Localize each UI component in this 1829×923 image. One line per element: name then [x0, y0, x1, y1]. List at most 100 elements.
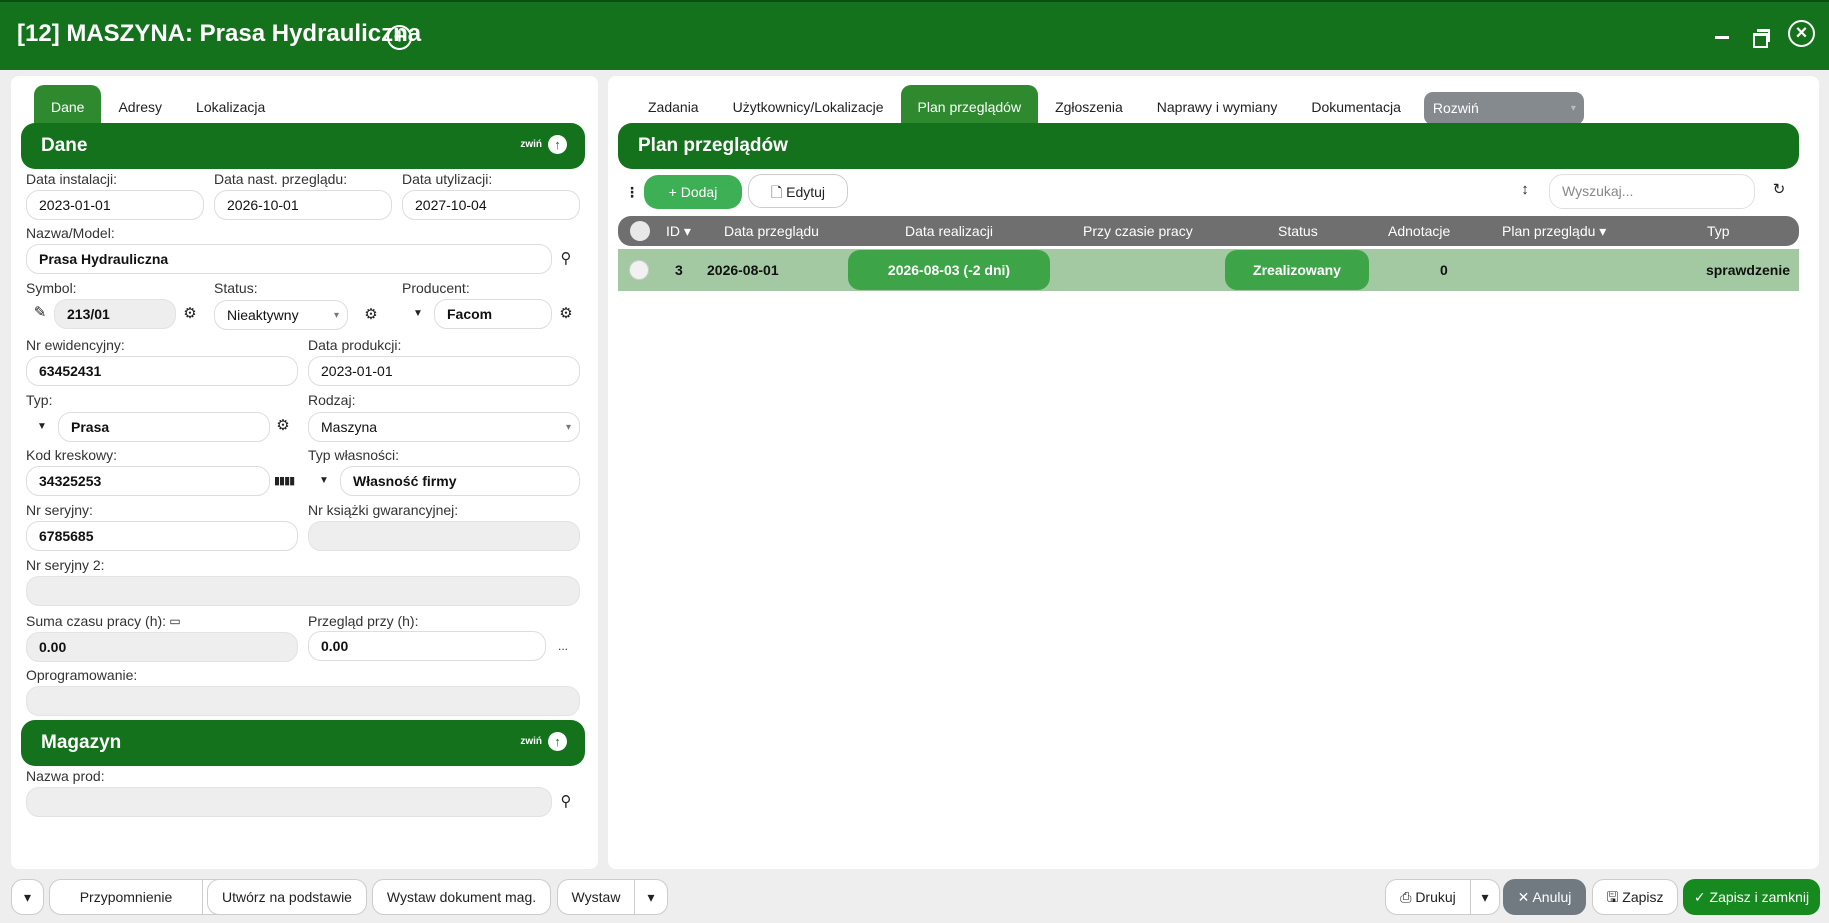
more-button[interactable]: ... — [558, 639, 568, 653]
tab-zadania[interactable]: Zadania — [631, 85, 716, 125]
x-icon: ✕ — [1517, 889, 1530, 905]
check-icon: ✓ — [1693, 889, 1706, 905]
data-utylizacji-field[interactable]: 2027-10-04 — [402, 190, 580, 220]
gear-icon[interactable]: ⚙ — [274, 417, 292, 435]
oprogramowanie-field[interactable] — [26, 686, 580, 716]
add-icon[interactable]: + — [387, 25, 412, 50]
nazwa-prod-field[interactable] — [26, 787, 552, 817]
wystaw-dokument-mag-button[interactable]: Wystaw dokument mag. — [372, 879, 551, 915]
label-przeglad-przy: Przegląd przy (h): — [308, 613, 419, 629]
gear-icon[interactable]: ⚙ — [181, 305, 199, 323]
tab-zgloszenia[interactable]: Zgłoszenia — [1038, 85, 1140, 125]
minimize-icon[interactable] — [1708, 24, 1736, 52]
gear-icon[interactable]: ⚙ — [557, 305, 575, 323]
zapisz-button[interactable]: 🖫 Zapisz — [1592, 879, 1678, 915]
printer-icon: ⎙ — [1400, 889, 1412, 905]
nr-ewidencyjny-field[interactable]: 63452431 — [26, 356, 298, 386]
search-icon[interactable]: ⚲ — [557, 250, 575, 268]
col-data-przegladu[interactable]: Data przeglądu — [724, 216, 819, 246]
row-checkbox[interactable] — [629, 260, 649, 280]
col-id[interactable]: ID ▾ — [666, 216, 691, 246]
status-select[interactable]: Nieaktywny — [214, 300, 348, 330]
col-adnotacje[interactable]: Adnotacje — [1388, 216, 1450, 246]
zapisz-i-zamknij-button[interactable]: ✓ Zapisz i zamknij — [1683, 879, 1820, 915]
label-data-nast-przegladu: Data nast. przeglądu: — [214, 171, 348, 187]
kebab-menu-icon[interactable]: ⋮ — [623, 183, 641, 201]
tab-dane[interactable]: Dane — [34, 85, 102, 125]
col-przy-czasie-pracy[interactable]: Przy czasie pracy — [1083, 216, 1193, 246]
search-input[interactable]: Wyszukaj... — [1549, 174, 1755, 209]
table-row[interactable]: 3 2026-08-01 2026-08-03 (-2 dni) 0 Zreal… — [618, 249, 1799, 291]
col-typ[interactable]: Typ — [1707, 216, 1730, 246]
tab-naprawy-i-wymiany[interactable]: Naprawy i wymiany — [1140, 85, 1295, 125]
cell-data-przegladu: 2026-08-01 — [707, 262, 779, 278]
rodzaj-select[interactable]: Maszyna — [308, 412, 580, 442]
col-data-realizacji[interactable]: Data realizacji — [905, 216, 993, 246]
nr-seryjny-field[interactable]: 6785685 — [26, 521, 298, 551]
drukuj-label: Drukuj — [1415, 889, 1456, 905]
tab-lokalizacja[interactable]: Lokalizacja — [179, 85, 282, 125]
anuluj-button[interactable]: ✕ Anuluj — [1503, 879, 1586, 915]
drukuj-button[interactable]: ⎙ Drukuj — [1385, 879, 1471, 915]
comment-icon[interactable]: ▭ — [166, 612, 184, 630]
chevron-down-icon[interactable]: ▼ — [319, 475, 329, 486]
data-instalacji-field[interactable]: 2023-01-01 — [26, 190, 204, 220]
label-status: Status: — [214, 280, 258, 296]
label-nr-seryjny-2: Nr seryjny 2: — [26, 557, 105, 573]
select-all-checkbox[interactable] — [630, 221, 650, 241]
col-status[interactable]: Status — [1278, 216, 1318, 246]
przypomnienie-button[interactable]: Przypomnienie — [49, 879, 203, 915]
kod-kreskowy-field[interactable]: 34325253 — [26, 466, 270, 496]
resize-vertical-icon[interactable]: ↕ — [1516, 181, 1534, 199]
collapse-dane-button[interactable]: zwiń ↑ — [520, 135, 567, 154]
cell-adnotacje: 0 — [1440, 262, 1448, 278]
utworz-na-podstawie-button[interactable]: Utwórz na podstawie — [207, 879, 367, 915]
cell-id: 3 — [675, 262, 683, 278]
chevron-down-icon[interactable]: ▼ — [413, 308, 423, 319]
zapisz-i-zamknij-label: Zapisz i zamknij — [1709, 889, 1810, 905]
typ-field[interactable]: Prasa — [58, 412, 270, 442]
nr-ksiazki-gwarancyjnej-field[interactable] — [308, 521, 580, 551]
document-icon: 🗋 — [770, 184, 783, 200]
cell-typ: sprawdzenie — [1705, 262, 1790, 278]
pencil-icon[interactable]: ✎ — [31, 304, 49, 322]
producent-field[interactable]: Facom — [434, 299, 552, 329]
label-data-utylizacji: Data utylizacji: — [402, 171, 493, 187]
section-magazyn-header: Magazyn zwiń ↑ — [21, 720, 585, 766]
przeglad-przy-field[interactable]: 0.00 — [308, 631, 546, 661]
drukuj-dropdown-button[interactable]: ▾ — [1470, 879, 1500, 915]
menu-dropdown-button[interactable]: ▾ — [11, 879, 44, 915]
tab-dokumentacja[interactable]: Dokumentacja — [1294, 85, 1418, 125]
label-oprogramowanie: Oprogramowanie: — [26, 667, 138, 683]
tab-adresy[interactable]: Adresy — [101, 85, 179, 125]
barcode-icon[interactable]: ▮▮▮▮ — [274, 472, 295, 490]
tab-uzytkownicy-lokalizacje[interactable]: Użytkownicy/Lokalizacje — [716, 85, 901, 125]
wystaw-dropdown-button[interactable]: ▾ — [634, 879, 668, 915]
tab-plan-przegladow[interactable]: Plan przeglądów — [900, 85, 1039, 125]
nazwa-model-field[interactable]: Prasa Hydrauliczna — [26, 244, 552, 274]
collapse-magazyn-button[interactable]: zwiń ↑ — [520, 732, 567, 751]
close-icon[interactable]: × — [1788, 20, 1815, 47]
cell-data-realizacji: 2026-08-03 (-2 dni) — [848, 250, 1050, 290]
section-dane-header: Dane zwiń ↑ — [21, 123, 585, 169]
wystaw-button[interactable]: Wystaw — [557, 879, 635, 915]
restore-icon[interactable] — [1747, 24, 1775, 52]
refresh-icon[interactable]: ↻ — [1770, 181, 1788, 199]
typ-wlasnosci-field[interactable]: Własność firmy — [340, 466, 580, 496]
nr-seryjny-2-field[interactable] — [26, 576, 580, 606]
label-data-instalacji: Data instalacji: — [26, 171, 118, 187]
edit-button[interactable]: 🗋 Edytuj — [748, 174, 848, 208]
search-icon[interactable]: ⚲ — [557, 793, 575, 811]
chevron-down-icon[interactable]: ▼ — [37, 421, 47, 432]
data-nast-przegladu-field[interactable]: 2026-10-01 — [214, 190, 392, 220]
bottom-toolbar: ▾ Przypomnienie ▾ Utwórz na podstawie Wy… — [0, 874, 1829, 923]
rozwin-select[interactable]: Rozwiń — [1423, 92, 1584, 125]
label-nr-ksiazki-gwarancyjnej: Nr książki gwarancyjnej: — [308, 502, 459, 518]
data-produkcji-field[interactable]: 2023-01-01 — [308, 356, 580, 386]
col-plan-przegladu[interactable]: Plan przeglądu ▾ — [1502, 216, 1606, 246]
window-titlebar: [12] MASZYNA: Prasa Hydrauliczna + × — [0, 0, 1829, 70]
window-title: [12] MASZYNA: Prasa Hydrauliczna — [17, 20, 422, 47]
symbol-field[interactable]: 213/01 — [54, 299, 176, 329]
gear-icon[interactable]: ⚙ — [362, 306, 380, 324]
add-button[interactable]: + Dodaj — [644, 175, 742, 209]
